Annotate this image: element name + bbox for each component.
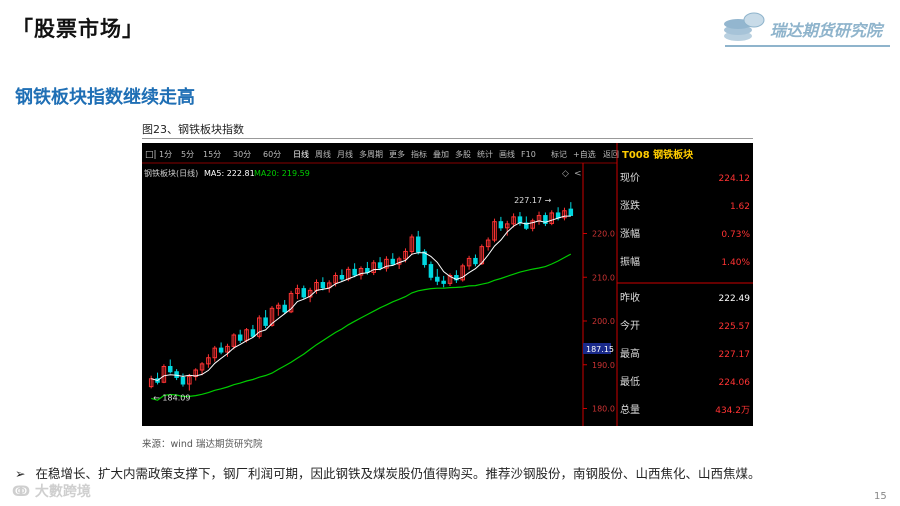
- diamond-icon[interactable]: ◇: [562, 169, 569, 179]
- toolbar-item[interactable]: 指标: [411, 149, 427, 159]
- toolbar-item[interactable]: 5分: [181, 150, 194, 159]
- candle-body: [218, 347, 224, 353]
- toolbar-item[interactable]: 60分: [263, 150, 281, 159]
- quote-value: 0.73%: [721, 230, 750, 240]
- bullet-text: 在稳增长、扩大内需政策支撑下，钢厂利润可期，因此钢铁及煤炭股仍值得购买。推荐沙钢…: [35, 466, 761, 481]
- candle-body: [390, 258, 396, 265]
- quote-label: 最高: [620, 347, 640, 360]
- quote-label: 涨跌: [620, 199, 640, 212]
- candle-body: [555, 212, 561, 219]
- axis-tick-label: 190.0: [592, 361, 615, 370]
- quote-value: 222.49: [719, 294, 751, 304]
- figure-caption: 图23、钢铁板块指数: [142, 123, 244, 136]
- toolbar-item[interactable]: +自选: [573, 149, 596, 159]
- candle-body: [352, 268, 357, 276]
- candle-body: [441, 280, 446, 284]
- quote-value: 1.40%: [721, 258, 750, 268]
- candle-body: [237, 334, 243, 341]
- watermark-icon: ↂ: [12, 484, 31, 500]
- candle-body: [263, 317, 268, 326]
- quote-label: 今开: [620, 319, 640, 332]
- axis-tick-label: 180.0: [592, 405, 615, 414]
- caption-divider: [142, 138, 753, 139]
- quote-label: 昨收: [620, 291, 640, 304]
- legend-ma5: MA5: 222.81: [204, 169, 255, 178]
- candle-body: [435, 276, 440, 282]
- axis-tick-label: 210.0: [592, 273, 615, 282]
- candle-body: [180, 376, 186, 385]
- bullet-point: ➢ 在稳增长、扩大内需政策支撑下，钢厂利润可期，因此钢铁及煤炭股仍值得购买。推荐…: [15, 463, 760, 482]
- watermark-text: 大數跨境: [34, 484, 91, 500]
- axis-tick-label: 220.0: [592, 230, 615, 239]
- toolbar-item[interactable]: F10: [521, 150, 536, 159]
- collapse-icon[interactable]: <: [574, 169, 582, 179]
- quote-value: 224.12: [719, 174, 751, 184]
- toolbar-item[interactable]: 更多: [389, 149, 405, 159]
- toolbar-item[interactable]: 月线: [337, 149, 353, 159]
- quote-value: 434.2万: [715, 406, 750, 416]
- quote-value: 225.57: [719, 322, 751, 332]
- toolbar-item[interactable]: 标记: [551, 149, 567, 159]
- high-label: 227.17 →: [514, 196, 552, 205]
- toolbar-item[interactable]: 画线: [499, 149, 515, 159]
- quote-label: 最低: [620, 375, 640, 388]
- toolbar-item[interactable]: 日线: [293, 149, 309, 159]
- logo-text: 瑞达期货研究院: [770, 21, 883, 40]
- candle-body: [568, 208, 574, 216]
- candle-body: [301, 288, 307, 298]
- toolbar-item[interactable]: 叠加: [433, 149, 449, 159]
- candle-body: [415, 236, 421, 253]
- candle-body: [174, 371, 179, 378]
- logo-underline: [725, 45, 890, 47]
- candle-body: [339, 275, 345, 280]
- stock-terminal-screenshot: □| 1分 5分 15分 30分 60分 日线 周线 月线 多周期 更多 指标 叠加 多股 统计 画线 F10…: [142, 143, 753, 426]
- quote-value: 224.06: [719, 378, 751, 388]
- legend-ma20: MA20: 219.59: [254, 169, 310, 178]
- toolbar-item[interactable]: 多股: [455, 149, 471, 159]
- candle-body: [282, 304, 287, 313]
- quote-label: 总量: [620, 403, 640, 416]
- coin-stack-icon: [724, 12, 765, 41]
- panel-title: T008 钢铁板块: [622, 148, 694, 161]
- axis-tick-label: 200.0: [592, 317, 615, 326]
- source-note: 来源：wind 瑞达期货研究院: [142, 439, 263, 450]
- candle-body: [377, 262, 383, 269]
- slide-headline: 钢铁板块指数继续走高: [15, 87, 195, 108]
- toolbar-item[interactable]: 多周期: [359, 149, 383, 159]
- candle-body: [250, 329, 256, 337]
- price-marker: 187.15: [586, 345, 614, 354]
- toolbar-item[interactable]: 统计: [477, 149, 493, 159]
- toolbar-menu-icon[interactable]: □|: [145, 150, 157, 160]
- toolbar-item[interactable]: 15分: [203, 150, 221, 159]
- section-title: 「股票市场」: [12, 17, 144, 41]
- toolbar-item[interactable]: 30分: [233, 150, 251, 159]
- quote-value: 1.62: [730, 202, 750, 212]
- watermark: ↂ 大數跨境: [12, 481, 91, 501]
- candle-body: [498, 221, 504, 229]
- toolbar-item[interactable]: 周线: [315, 149, 331, 159]
- candle-body: [320, 282, 326, 289]
- candle-body: [168, 366, 173, 373]
- low-label: ← 184.09: [153, 394, 190, 403]
- quote-value: 227.17: [719, 350, 751, 360]
- bullet-marker: ➢: [15, 466, 26, 481]
- legend-name: 钢铁板块(日线): [144, 168, 198, 178]
- kline-chart: □| 1分 5分 15分 30分 60分 日线 周线 月线 多周期 更多 指标 叠加 多股 统计 画线 F10…: [142, 143, 753, 426]
- quote-label: 振幅: [620, 255, 640, 268]
- candle-body: [473, 257, 478, 265]
- toolbar-item[interactable]: 1分: [159, 150, 172, 159]
- quote-label: 现价: [620, 172, 640, 184]
- candle-body: [428, 264, 434, 278]
- quote-label: 涨幅: [620, 227, 640, 240]
- page-number: 15: [874, 491, 887, 502]
